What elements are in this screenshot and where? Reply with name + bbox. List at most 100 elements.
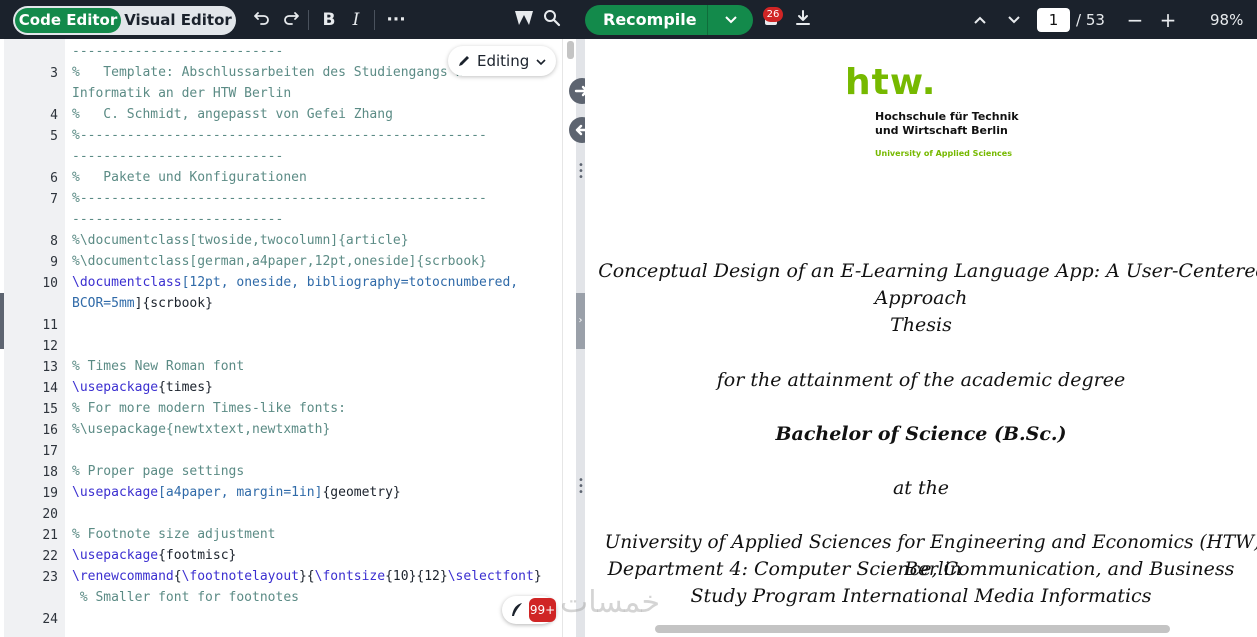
code-line[interactable]: % Times New Roman font xyxy=(72,356,244,377)
code-line[interactable]: --------------------------- xyxy=(72,209,283,230)
page-number-input[interactable]: 1 xyxy=(1037,8,1070,32)
line-number: 24 xyxy=(42,612,58,627)
toolbar-divider xyxy=(374,10,375,30)
more-icon[interactable]: ··· xyxy=(385,9,407,31)
pdf-horizontal-scrollbar[interactable] xyxy=(655,625,1170,633)
code-line[interactable]: % Template: Abschlussarbeiten des Studie… xyxy=(72,62,479,83)
code-editor-tab[interactable]: Code Editor xyxy=(15,8,121,33)
code-token: %---------------------------------------… xyxy=(72,128,487,143)
code-line[interactable]: % Smaller font for footnotes xyxy=(72,587,299,608)
code-token: \usepackage xyxy=(72,380,159,395)
search-icon[interactable] xyxy=(541,9,563,31)
undo-icon[interactable] xyxy=(251,9,273,31)
code-line[interactable]: % For more modern Times-like fonts: xyxy=(72,398,346,419)
logo-line-2: und Wirtschaft Berlin xyxy=(875,124,1008,137)
recompile-button[interactable]: Recompile xyxy=(585,5,753,35)
code-line[interactable]: %\documentclass[twoside,twocolumn]{artic… xyxy=(72,230,409,251)
recompile-options-chevron-icon[interactable] xyxy=(707,5,753,35)
code-token: %\documentclass[twoside,twocolumn]{artic… xyxy=(72,233,409,248)
line-number: 6 xyxy=(50,171,58,186)
code-editor[interactable]: --------------------------- % Template: A… xyxy=(65,39,562,637)
code-token: \fontsize xyxy=(314,569,386,584)
code-line[interactable]: \usepackage{footmisc} xyxy=(72,545,236,566)
htw-logo: htw. xyxy=(845,65,936,101)
code-line[interactable]: % Proper page settings xyxy=(72,461,244,482)
line-number: 3 xyxy=(50,66,58,81)
code-token: % Times New Roman font xyxy=(72,359,245,374)
code-token: %\usepackage{newtxtext,newtxmath} xyxy=(72,422,331,437)
code-line[interactable]: Informatik an der HTW Berlin xyxy=(72,83,291,104)
code-token: } xyxy=(533,569,542,584)
department-text: Department 4: Computer Science, Communic… xyxy=(607,558,1235,580)
line-number-gutter: 3 4 5 6 7 8 9 10 11 12 13 14 15 16 17 18 19 20 21 22 23 24 xyxy=(4,39,65,637)
collapse-pane-chevron-icon[interactable]: › xyxy=(576,293,585,349)
editing-mode-dropdown[interactable]: Editing xyxy=(448,46,556,76)
left-edge-expand-tab[interactable] xyxy=(0,293,4,349)
code-line[interactable]: %---------------------------------------… xyxy=(72,125,487,146)
code-line[interactable]: %\usepackage{newtxtext,newtxmath} xyxy=(72,419,330,440)
word-count-icon[interactable] xyxy=(513,9,535,31)
zoom-in-icon[interactable]: + xyxy=(1157,9,1179,31)
line-number: 4 xyxy=(50,108,58,123)
italic-icon[interactable]: I xyxy=(345,9,367,31)
next-page-icon[interactable] xyxy=(1003,9,1025,31)
ai-assist-button[interactable]: 99+ xyxy=(502,596,556,624)
code-line[interactable]: \renewcommand{\footnotelayout}{\fontsize… xyxy=(72,566,542,587)
editor-scroll-thumb[interactable] xyxy=(567,41,574,59)
code-token: {10}{12} xyxy=(385,569,448,584)
code-token: --------------------------- xyxy=(72,44,284,59)
line-number: 10 xyxy=(42,276,58,291)
top-toolbar: Code Editor Visual Editor B I ··· Recomp… xyxy=(0,0,1257,39)
code-token: {geometry} xyxy=(322,485,401,500)
code-line[interactable]: % C. Schmidt, angepasst von Gefei Zhang xyxy=(72,104,393,125)
zoom-level-dropdown[interactable]: 98% xyxy=(1210,9,1243,31)
code-token: \selectfont xyxy=(447,569,534,584)
code-token: \documentclass xyxy=(72,275,182,290)
line-number: 11 xyxy=(42,318,58,333)
code-line[interactable]: % Footnote size adjustment xyxy=(72,524,276,545)
code-line[interactable]: --------------------------- xyxy=(72,146,283,167)
download-icon[interactable] xyxy=(792,9,814,31)
line-number: 19 xyxy=(42,486,58,501)
drag-handle-icon[interactable]: • • • xyxy=(578,476,584,498)
line-number: 23 xyxy=(42,570,58,585)
code-line[interactable]: \usepackage{times} xyxy=(72,377,213,398)
code-token: % C. Schmidt, angepasst von Gefei Zhang xyxy=(72,107,393,122)
logs-count-badge: 26 xyxy=(763,7,783,22)
thesis-title-line-1: Conceptual Design of an E-Learning Langu… xyxy=(598,260,1257,282)
line-number: 12 xyxy=(42,339,58,354)
zoom-out-icon[interactable]: − xyxy=(1124,9,1146,31)
program-text: Study Program International Media Inform… xyxy=(690,585,1152,607)
bold-icon[interactable]: B xyxy=(318,9,340,31)
recompile-label: Recompile xyxy=(603,10,697,29)
at-the-text: at the xyxy=(892,477,950,499)
code-line[interactable]: \documentclass[12pt, oneside, bibliograp… xyxy=(72,272,518,293)
pencil-icon xyxy=(457,46,471,76)
code-line[interactable]: % Pakete und Konfigurationen xyxy=(72,167,307,188)
code-token: \footnotelayout xyxy=(181,569,299,584)
code-token: BCOR=5mm xyxy=(72,296,135,311)
code-token: %---------------------------------------… xyxy=(72,191,487,206)
code-token: % For more modern Times-like fonts: xyxy=(72,401,346,416)
previous-page-icon[interactable] xyxy=(969,9,991,31)
visual-editor-tab[interactable]: Visual Editor xyxy=(123,8,233,33)
line-number: 17 xyxy=(42,444,58,459)
code-token: [12pt, oneside, bibliography=totocnumber… xyxy=(181,275,519,290)
code-line[interactable]: --------------------------- xyxy=(72,41,283,62)
pdf-preview[interactable]: htw. Hochschule für Technik und Wirtscha… xyxy=(585,39,1257,637)
code-token: [a4paper, margin=1in] xyxy=(158,485,323,500)
code-line[interactable]: %---------------------------------------… xyxy=(72,188,487,209)
logo-line-1: Hochschule für Technik xyxy=(875,110,1019,123)
line-number: 5 xyxy=(50,129,58,144)
code-token: ]{scrbook} xyxy=(134,296,213,311)
drag-handle-icon[interactable]: • • • xyxy=(578,161,584,183)
code-token: }{ xyxy=(298,569,315,584)
code-line[interactable]: BCOR=5mm]{scrbook} xyxy=(72,293,213,314)
code-line[interactable]: \usepackage[a4paper, margin=1in]{geometr… xyxy=(72,482,401,503)
code-line[interactable]: %\documentclass[german,a4paper,12pt,ones… xyxy=(72,251,487,272)
redo-icon[interactable] xyxy=(280,9,302,31)
code-token: % Footnote size adjustment xyxy=(72,527,276,542)
watermark-logo: خمسات xyxy=(560,585,661,620)
code-token: --------------------------- xyxy=(72,212,284,227)
line-number: 21 xyxy=(42,528,58,543)
